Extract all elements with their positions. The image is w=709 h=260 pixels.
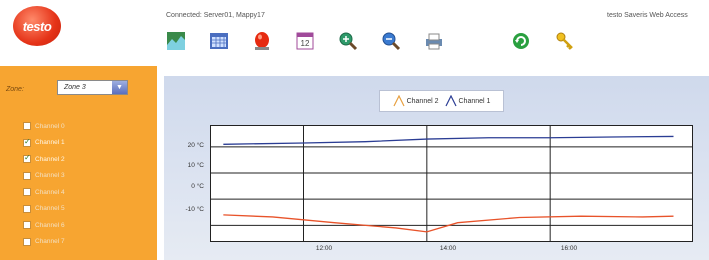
channel-item[interactable]: Channel 5 [23, 201, 65, 218]
testo-logo: testo [13, 6, 61, 46]
series-line-channel-2 [223, 214, 674, 233]
y-tick-label: 10 °C [187, 162, 204, 169]
line-swatch-icon [393, 95, 405, 107]
calendar-icon[interactable] [209, 31, 229, 51]
alarm-icon[interactable] [252, 31, 272, 51]
chevron-down-icon[interactable]: ▼ [112, 81, 127, 94]
app-brand-title: testo Saveris Web Access [607, 12, 688, 19]
zone-select[interactable]: Zone 3 ▼ [57, 80, 128, 95]
zoom-in-icon[interactable] [338, 31, 358, 51]
x-tick-label: 16:00 [560, 245, 578, 252]
y-tick-label: -10 °C [185, 206, 205, 213]
zone-label: Zone: [6, 86, 24, 93]
plot-area [210, 125, 693, 242]
legend-item: Channel 1 [444, 95, 490, 107]
checkbox[interactable] [23, 137, 31, 147]
chart-icon[interactable] [166, 31, 186, 51]
legend-item: Channel 2 [393, 95, 439, 107]
checkbox[interactable] [23, 122, 31, 131]
channel-item[interactable]: Channel 6 [23, 217, 65, 234]
checkbox[interactable] [23, 204, 31, 213]
channel-list: Channel 0 Channel 1 Channel 2 Channel 3 … [23, 118, 65, 250]
line-chart [211, 126, 692, 241]
x-tick-label: 14:00 [439, 245, 457, 252]
x-tick-label: 12:00 [315, 245, 333, 252]
y-tick-label: 0 °C [191, 183, 204, 190]
channel-item[interactable]: Channel 2 [23, 151, 65, 168]
channel-item[interactable]: Channel 3 [23, 168, 65, 185]
line-swatch-icon [444, 95, 457, 107]
sidebar: Zone: Zone 3 ▼ Channel 0 Channel 1 Chann… [0, 66, 157, 260]
refresh-icon[interactable] [511, 31, 531, 51]
svg-text:12: 12 [301, 39, 310, 48]
checkbox[interactable] [23, 188, 31, 197]
series-line-channel-1 [223, 135, 674, 145]
chart-panel: Channel 2 Channel 1 20 °C 10 °C 0 °C -10… [164, 76, 709, 260]
logo-area: testo [0, 0, 157, 65]
y-tick-label: 20 °C [187, 142, 204, 149]
chart-legend: Channel 2 Channel 1 [379, 90, 504, 112]
connection-status: Connected: Server01, Mappy17 [166, 12, 265, 19]
checkbox[interactable] [23, 171, 31, 180]
checkbox[interactable] [23, 237, 31, 246]
channel-item[interactable]: Channel 1 [23, 135, 65, 152]
zoom-out-icon[interactable] [381, 31, 401, 51]
channel-item[interactable]: Channel 7 [23, 234, 65, 251]
channel-item[interactable]: Channel 4 [23, 184, 65, 201]
checkbox[interactable] [23, 153, 31, 164]
channel-item[interactable]: Channel 0 [23, 118, 65, 135]
zone-select-value: Zone 3 [64, 84, 86, 91]
key-icon[interactable] [555, 31, 575, 51]
print-icon[interactable] [424, 31, 444, 51]
date-12-icon[interactable]: 12 [295, 31, 315, 51]
checkbox[interactable] [23, 221, 31, 230]
